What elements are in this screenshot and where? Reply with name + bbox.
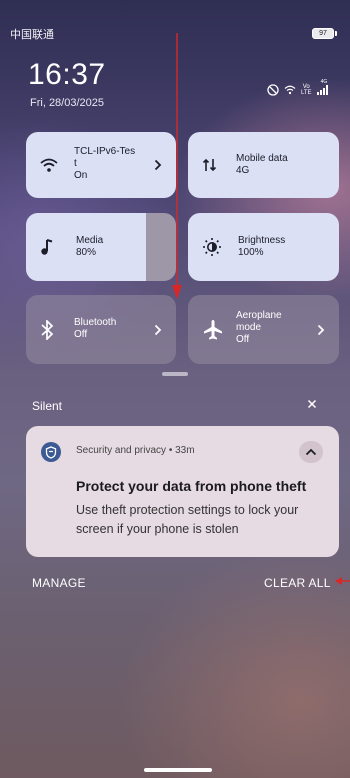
aeroplane-tile-text: Aeroplane mode Off [236,310,282,346]
drag-handle[interactable] [162,372,188,376]
signal-network-tag: 4G [320,79,328,85]
signal-icon: 4G [316,79,328,95]
mobile-data-tile-status: 4G [236,165,250,176]
bluetooth-tile[interactable]: Bluetooth Off [26,295,176,364]
media-volume-tile[interactable]: Media 80% [26,213,176,281]
aeroplane-tile-label: Aeroplane mode [236,310,282,333]
wifi-tile-text: TCL-IPv6-Tes t On [74,146,159,182]
wifi-tile-label: TCL-IPv6-Tes t [74,146,136,169]
vibrate-icon [267,84,279,96]
chevron-right-icon[interactable] [317,324,325,336]
bluetooth-icon [41,319,54,340]
brightness-tile-level: 100% [238,247,264,258]
close-icon[interactable] [304,396,320,412]
brightness-tile[interactable]: Brightness 100% [188,213,339,281]
aeroplane-mode-tile[interactable]: Aeroplane mode Off [188,295,339,364]
volte-bottom-label: LTE [301,90,312,96]
notification-card[interactable]: Security and privacy • 33m Protect your … [26,426,339,557]
bluetooth-tile-status: Off [74,329,88,340]
shield-icon [41,442,61,462]
annotation-arrow-down [172,33,182,299]
mobile-data-tile-label: Mobile data [236,153,288,164]
notification-body: Use theft protection settings to lock yo… [76,503,299,536]
mobile-data-icon [202,158,217,172]
notification-source: Security and privacy • 33m [76,445,195,456]
chevron-right-icon[interactable] [154,324,162,336]
status-icons: Vo LTE 4G [267,79,328,96]
volte-icon: Vo LTE [301,84,312,96]
music-note-icon [41,239,53,255]
chevron-right-icon[interactable] [154,159,162,171]
wifi-status-icon [284,85,296,95]
wifi-tile-status: On [74,170,88,181]
media-tile-label: Media [76,235,104,246]
collapse-button[interactable] [299,441,323,463]
clear-all-button[interactable]: CLEAR ALL [264,576,331,590]
brightness-tile-text: Brightness 100% [238,235,285,259]
notification-title: Protect your data from phone theft [76,478,307,494]
media-tile-level: 80% [76,247,97,258]
mobile-data-tile[interactable]: Mobile data 4G [188,132,339,198]
chevron-up-icon [305,448,317,456]
annotation-arrow-left [335,577,350,585]
bluetooth-tile-label: Bluetooth [74,317,117,328]
airplane-icon [204,319,222,339]
aeroplane-tile-status: Off [236,334,250,345]
battery-tip [335,31,337,36]
clock-time: 16:37 [28,58,106,91]
wifi-tile[interactable]: TCL-IPv6-Tes t On [26,132,176,198]
battery-icon: 97 [312,28,334,39]
media-tile-text: Media 80% [76,235,103,259]
wifi-icon [40,158,58,172]
silent-section-label: Silent [32,399,63,413]
mobile-data-tile-text: Mobile data 4G [236,153,288,177]
brightness-tile-label: Brightness [238,235,286,246]
carrier-name: 中国联通 [10,29,54,41]
clock-date: Fri, 28/03/2025 [30,97,104,109]
manage-button[interactable]: MANAGE [32,576,86,590]
home-indicator[interactable] [144,768,212,772]
brightness-icon [203,238,221,256]
bluetooth-tile-text: Bluetooth Off [74,317,116,341]
